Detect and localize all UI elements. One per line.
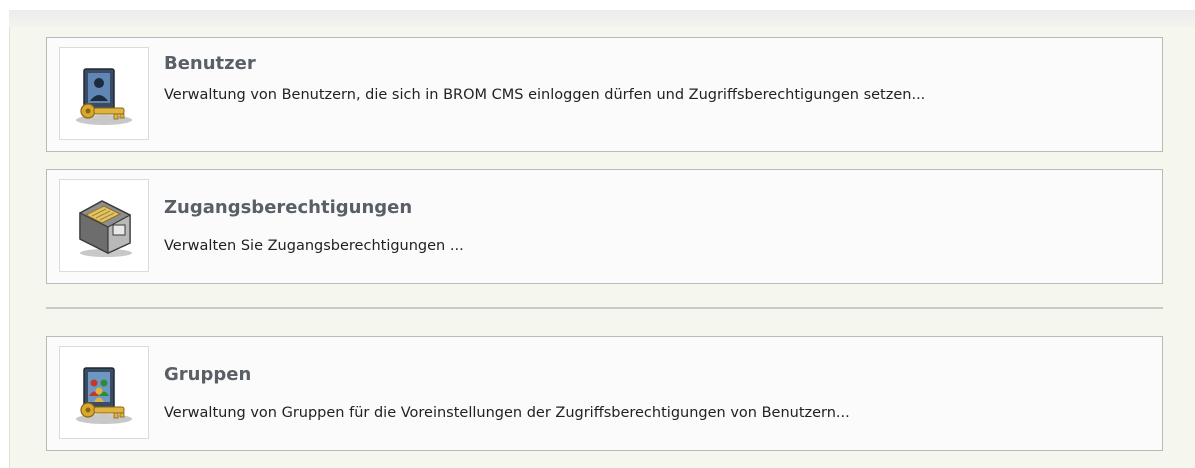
user-card-key-icon — [76, 68, 132, 125]
admin-page: Benutzer Verwaltung von Benutzern, die s… — [0, 0, 1195, 468]
card-description: Verwalten Sie Zugangsberechtigungen ... — [164, 238, 464, 254]
card-zugangsberechtigungen[interactable]: Zugangsberechtigungen Verwalten Sie Zuga… — [46, 169, 1163, 284]
card-title[interactable]: Gruppen — [164, 364, 251, 385]
benutzer-icon-box[interactable] — [59, 47, 149, 140]
card-title[interactable]: Benutzer — [164, 53, 256, 74]
card-benutzer[interactable]: Benutzer Verwaltung von Benutzern, die s… — [46, 37, 1163, 152]
card-title[interactable]: Zugangsberechtigungen — [164, 197, 412, 218]
top-bar — [9, 10, 1195, 27]
card-gruppen[interactable]: Gruppen Verwaltung von Gruppen für die V… — [46, 336, 1163, 451]
section-divider — [46, 307, 1163, 309]
gruppen-icon-box[interactable] — [59, 346, 149, 439]
card-description: Verwaltung von Benutzern, die sich in BR… — [164, 87, 926, 103]
file-cabinet-drawer-icon — [79, 200, 132, 257]
card-description: Verwaltung von Gruppen für die Voreinste… — [164, 405, 850, 421]
zugang-icon-box[interactable] — [59, 179, 149, 272]
group-card-key-icon — [76, 367, 132, 424]
